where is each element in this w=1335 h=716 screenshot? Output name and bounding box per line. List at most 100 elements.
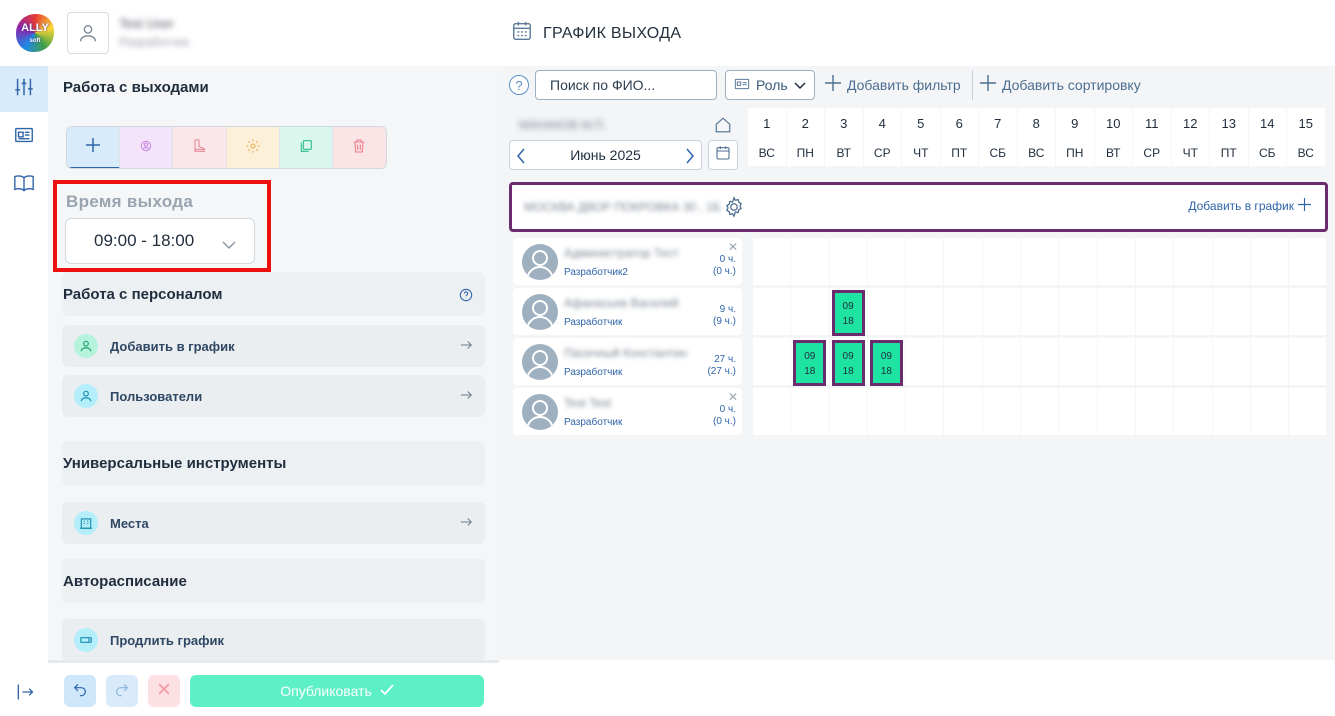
schedule-cell[interactable] xyxy=(1212,288,1250,335)
schedule-cell[interactable] xyxy=(944,238,982,285)
add-filter-button[interactable]: Добавить фильтр xyxy=(825,75,961,94)
schedule-cell[interactable] xyxy=(1021,388,1059,435)
schedule-cell[interactable] xyxy=(906,238,944,285)
settings-button[interactable] xyxy=(226,127,280,168)
schedule-cell[interactable] xyxy=(1135,288,1174,335)
search-input[interactable] xyxy=(535,70,717,100)
add-shift-button[interactable] xyxy=(67,127,121,168)
help-icon[interactable] xyxy=(459,288,473,307)
schedule-cell[interactable] xyxy=(1059,388,1097,435)
schedule-cell[interactable] xyxy=(753,238,791,285)
schedule-cell[interactable] xyxy=(1059,288,1097,335)
copy-button[interactable] xyxy=(279,127,333,168)
schedule-cell[interactable] xyxy=(1059,338,1097,385)
schedule-cell[interactable] xyxy=(982,388,1021,435)
employee-card[interactable]: Афанасьев Василий Разработчик 9 ч. (9 ч.) xyxy=(513,288,742,335)
rail-cards[interactable] xyxy=(0,114,48,160)
menu-extend-schedule[interactable]: Продлить график xyxy=(62,619,485,660)
schedule-cell[interactable] xyxy=(829,388,867,435)
schedule-cell[interactable] xyxy=(1097,388,1135,435)
undo-button[interactable] xyxy=(64,675,96,707)
schedule-cell[interactable] xyxy=(1021,338,1059,385)
schedule-cell[interactable] xyxy=(1212,238,1250,285)
schedule-cell[interactable] xyxy=(867,238,906,285)
schedule-cell[interactable] xyxy=(982,238,1021,285)
schedule-cell[interactable] xyxy=(1059,238,1097,285)
schedule-cell[interactable] xyxy=(753,288,791,335)
redo-button[interactable] xyxy=(106,675,138,707)
schedule-cell[interactable] xyxy=(1097,338,1135,385)
schedule-cell[interactable] xyxy=(1250,288,1289,335)
schedule-cell[interactable] xyxy=(982,338,1021,385)
remove-icon[interactable]: ✕ xyxy=(728,390,738,404)
schedule-cell[interactable] xyxy=(1212,338,1250,385)
chevron-left-icon[interactable] xyxy=(516,148,526,167)
schedule-cell[interactable] xyxy=(1021,288,1059,335)
logout-button[interactable] xyxy=(14,682,36,707)
schedule-cell[interactable] xyxy=(1135,338,1174,385)
schedule-cell[interactable] xyxy=(906,388,944,435)
add-to-schedule-link[interactable]: Добавить в график xyxy=(1188,198,1311,214)
employee-card[interactable]: Пасечный Константин Разработчик 27 ч. (27 ч… xyxy=(513,338,742,385)
schedule-cell[interactable] xyxy=(1174,238,1212,285)
schedule-cell[interactable]: 09 18 xyxy=(791,338,829,386)
schedule-cell[interactable]: 09 18 xyxy=(829,338,867,386)
schedule-cell[interactable] xyxy=(1097,238,1135,285)
schedule-cell[interactable] xyxy=(867,288,906,335)
schedule-cell[interactable] xyxy=(1250,388,1289,435)
rail-schedule[interactable] xyxy=(0,66,48,112)
shift-block[interactable]: 09 18 xyxy=(793,340,827,386)
schedule-cell[interactable] xyxy=(791,288,829,335)
schedule-cell[interactable] xyxy=(1174,288,1212,335)
schedule-cell[interactable] xyxy=(944,388,982,435)
employee-card[interactable]: Test Test Разработчик 0 ч. (0 ч.) ✕ xyxy=(513,388,742,435)
schedule-cell[interactable] xyxy=(791,388,829,435)
employee-card[interactable]: Администратор Тест Разработчик2 0 ч. (0 ч.)… xyxy=(513,238,742,285)
schedule-cell[interactable] xyxy=(1250,238,1289,285)
schedule-cell[interactable] xyxy=(906,288,944,335)
schedule-cell[interactable] xyxy=(753,388,791,435)
schedule-cell[interactable] xyxy=(791,238,829,285)
chevron-right-icon[interactable] xyxy=(685,148,695,167)
schedule-cell[interactable]: 09 18 xyxy=(867,338,906,386)
remove-icon[interactable]: ✕ xyxy=(728,240,738,254)
menu-add-to-schedule[interactable]: Добавить в график xyxy=(62,325,485,367)
schedule-cell[interactable] xyxy=(1289,288,1327,335)
shift-block[interactable]: 09 18 xyxy=(831,290,865,336)
publish-button[interactable]: Опубликовать xyxy=(190,675,484,707)
schedule-cell[interactable] xyxy=(829,238,867,285)
schedule-cell[interactable] xyxy=(1135,388,1174,435)
ally-logo[interactable]: ALLY soft xyxy=(16,14,54,52)
help-button[interactable]: ? xyxy=(509,75,529,95)
time-select[interactable]: 09:00 - 18:00 xyxy=(65,218,255,264)
schedule-cell[interactable] xyxy=(1021,238,1059,285)
schedule-cell[interactable] xyxy=(1289,238,1327,285)
schedule-cell[interactable] xyxy=(1250,338,1289,385)
rail-book[interactable] xyxy=(0,162,48,208)
schedule-cell[interactable] xyxy=(1135,238,1174,285)
schedule-cell[interactable] xyxy=(982,288,1021,335)
schedule-cell[interactable] xyxy=(1212,388,1250,435)
shift-block[interactable]: 09 18 xyxy=(831,340,865,386)
schedule-cell[interactable] xyxy=(944,288,982,335)
delete-button[interactable] xyxy=(332,127,386,168)
add-sort-button[interactable]: Добавить сортировку xyxy=(980,75,1141,94)
schedule-cell[interactable] xyxy=(1289,388,1327,435)
schedule-cell[interactable] xyxy=(753,338,791,385)
boot-button[interactable] xyxy=(173,127,227,168)
person-shift-button[interactable] xyxy=(120,127,174,168)
role-filter[interactable]: Роль xyxy=(725,70,815,100)
schedule-cell[interactable] xyxy=(1174,388,1212,435)
schedule-cell[interactable] xyxy=(944,338,982,385)
user-avatar[interactable] xyxy=(67,12,109,54)
menu-places[interactable]: Места xyxy=(62,502,485,544)
schedule-cell[interactable] xyxy=(1097,288,1135,335)
home-icon[interactable] xyxy=(714,116,732,139)
shift-block[interactable]: 09 18 xyxy=(869,340,903,386)
schedule-cell[interactable] xyxy=(1174,338,1212,385)
schedule-cell[interactable] xyxy=(1289,338,1327,385)
date-picker-button[interactable] xyxy=(708,140,738,170)
gear-icon[interactable] xyxy=(723,196,745,223)
cancel-button[interactable] xyxy=(148,675,180,707)
schedule-cell[interactable] xyxy=(867,388,906,435)
